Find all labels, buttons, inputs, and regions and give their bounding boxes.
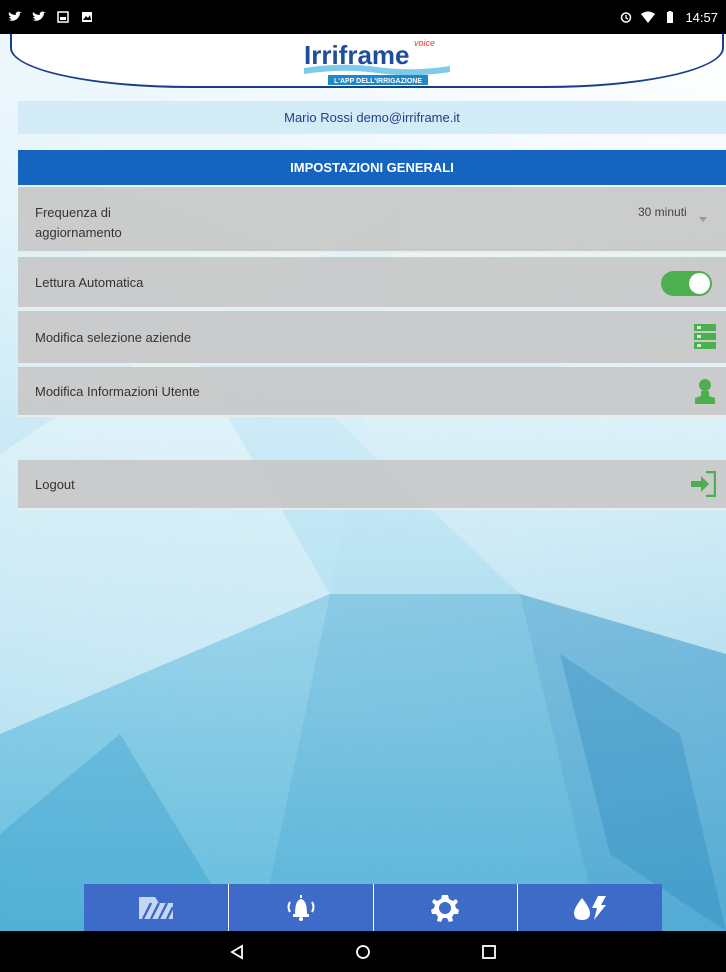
field-irrigation-icon — [138, 896, 174, 920]
toggle-knob — [689, 273, 710, 294]
svg-text:L'APP DELL'IRRIGAZIONE: L'APP DELL'IRRIGAZIONE — [334, 78, 422, 85]
logout-label: Logout — [35, 476, 75, 492]
image-icon — [82, 12, 92, 22]
section-title: IMPOSTAZIONI GENERALI — [18, 150, 726, 185]
status-time: 14:57 — [685, 9, 718, 25]
auto-read-toggle[interactable] — [661, 271, 712, 296]
twitter-icon — [8, 11, 22, 21]
irriframe-logo: Irriframe voice L'APP DELL'IRRIGAZIONE — [304, 38, 450, 85]
frequency-select[interactable]: 30 minuti — [638, 205, 687, 219]
twitter-icon — [32, 11, 46, 21]
bottom-navigation — [84, 884, 662, 931]
frequency-setting-row[interactable]: Frequenza di aggiornamento 30 minuti — [18, 187, 726, 253]
logout-row[interactable]: Logout — [18, 460, 726, 510]
battery-icon — [667, 11, 674, 23]
nav-fields[interactable] — [84, 884, 229, 931]
alarm-icon — [621, 12, 632, 23]
edit-user-label: Modifica Informazioni Utente — [35, 383, 200, 399]
nav-settings[interactable] — [374, 884, 519, 931]
frequency-label: Frequenza di aggiornamento — [35, 205, 122, 240]
status-icons-left — [8, 11, 94, 23]
auto-read-row: Lettura Automatica — [18, 257, 726, 309]
alarm-bell-icon — [287, 894, 315, 921]
edit-companies-label: Modifica selezione aziende — [35, 329, 192, 345]
status-bar: 14:57 — [0, 0, 726, 34]
user-info: Mario Rossi demo@irriframe.it — [18, 101, 726, 134]
back-icon[interactable] — [229, 943, 245, 960]
user-icon — [695, 379, 715, 404]
notification-icon — [57, 11, 69, 23]
system-navigation — [0, 931, 726, 972]
svg-text:voice: voice — [414, 38, 435, 48]
status-icons-right: 14:57 — [619, 10, 718, 25]
list-icon — [694, 324, 716, 349]
edit-companies-row[interactable]: Modifica selezione aziende — [18, 311, 726, 365]
nav-water[interactable] — [518, 884, 662, 931]
water-drop-bolt-icon — [574, 895, 607, 920]
dropdown-caret-icon[interactable] — [699, 217, 707, 222]
settings-gear-icon — [431, 894, 460, 922]
wifi-icon — [641, 11, 656, 23]
app-header: Irriframe voice L'APP DELL'IRRIGAZIONE — [10, 34, 724, 88]
home-icon[interactable] — [355, 944, 371, 960]
nav-alarms[interactable] — [229, 884, 374, 931]
recent-apps-icon[interactable] — [481, 944, 497, 960]
auto-read-label: Lettura Automatica — [35, 274, 144, 290]
logout-icon — [691, 471, 716, 497]
edit-user-row[interactable]: Modifica Informazioni Utente — [18, 367, 726, 417]
